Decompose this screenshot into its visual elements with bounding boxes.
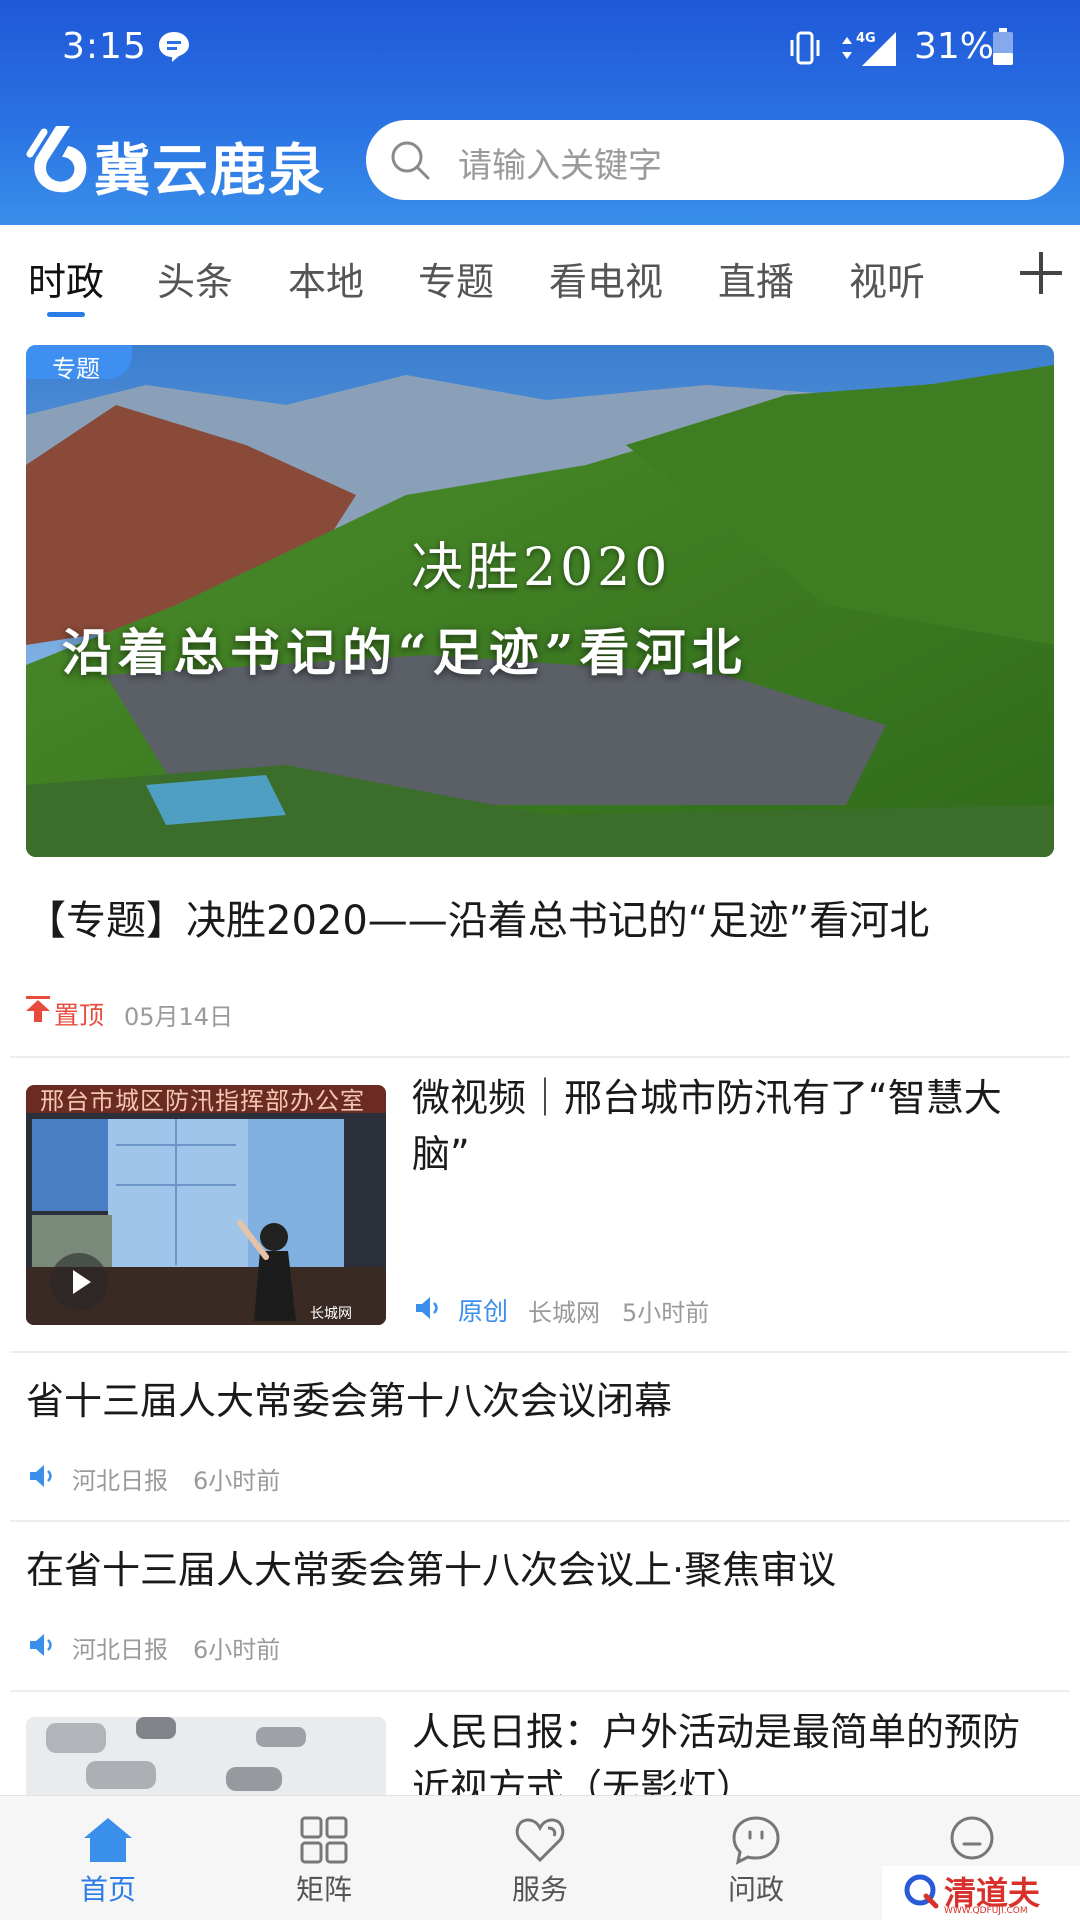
thumbnail-scene — [26, 1717, 386, 1795]
app-root: 3:15 4G 31% 冀云鹿泉 请输入关键字 时政 头条 本地 专题 看电视 … — [0, 0, 1080, 1920]
tab-shiting[interactable]: 视听 — [849, 251, 925, 306]
featured-badge: 专题 — [26, 345, 132, 383]
status-time: 3:15 — [62, 26, 147, 67]
grid-icon — [300, 1816, 348, 1864]
nav-matrix[interactable]: 矩阵 — [216, 1796, 432, 1920]
tab-toutiao[interactable]: 头条 — [157, 251, 233, 306]
news-thumbnail[interactable] — [26, 1717, 386, 1795]
featured-image[interactable]: 决胜2020 沿着总书记的“足迹”看河北 — [26, 345, 1054, 857]
search-placeholder: 请输入关键字 — [458, 146, 662, 186]
news-time: 5小时前 — [622, 1299, 710, 1327]
news-title[interactable]: 微视频｜邢台城市防汛有了“智慧大脑” — [412, 1070, 1052, 1182]
speaker-icon[interactable] — [28, 1463, 56, 1489]
news-title[interactable]: 省十三届人大常委会第十八次会议闭幕 — [26, 1370, 672, 1425]
tab-zhibo[interactable]: 直播 — [718, 251, 794, 306]
channel-tabs: 时政 头条 本地 专题 看电视 直播 视听 — [0, 225, 1080, 320]
news-source: 长城网 — [528, 1299, 600, 1327]
message-notification-icon — [159, 32, 189, 62]
divider — [10, 1351, 1070, 1353]
divider — [10, 1056, 1070, 1058]
search-icon — [391, 141, 430, 180]
nav-label: 服务 — [511, 1873, 568, 1906]
vibrate-icon — [790, 31, 820, 65]
nav-label: 首页 — [79, 1873, 136, 1906]
featured-title[interactable]: 【专题】决胜2020——沿着总书记的“足迹”看河北 — [26, 888, 929, 946]
home-icon — [84, 1818, 132, 1862]
featured-image-caption-1: 决胜2020 — [411, 538, 672, 598]
nav-home[interactable]: 首页 — [0, 1796, 216, 1920]
tab-zhuanti[interactable]: 专题 — [418, 251, 494, 306]
news-time: 6小时前 — [193, 1636, 281, 1664]
original-label: 原创 — [458, 1297, 509, 1326]
heart-icon — [515, 1818, 565, 1863]
featured-date: 05月14日 — [124, 1003, 234, 1031]
pin-top-icon — [26, 996, 50, 1022]
site-watermark: 清道夫 WWW.QDFUJI.COM — [882, 1866, 1080, 1920]
add-channel-icon[interactable] — [1018, 250, 1064, 296]
signal-4g-icon: 4G — [842, 31, 896, 66]
user-icon — [950, 1816, 994, 1860]
svg-text:4G: 4G — [856, 31, 876, 46]
battery-percent: 31% — [914, 26, 995, 67]
thumbnail-watermark: 长城网 — [310, 1306, 352, 1322]
nav-service[interactable]: 服务 — [432, 1796, 648, 1920]
divider — [10, 1520, 1070, 1522]
active-tab-indicator — [47, 312, 85, 317]
battery-icon — [993, 28, 1013, 65]
status-bar: 3:15 4G 31% — [0, 0, 1080, 100]
play-icon — [73, 1270, 91, 1294]
tab-bendi[interactable]: 本地 — [288, 251, 364, 306]
news-title[interactable]: 人民日报：户外活动是最简单的预防近视方式（无影灯） — [412, 1704, 1052, 1795]
pin-label: 置顶 — [54, 1001, 105, 1030]
play-button[interactable] — [50, 1253, 108, 1311]
search-input[interactable]: 请输入关键字 — [366, 120, 1064, 200]
news-time: 6小时前 — [193, 1467, 281, 1495]
watermark-url: WWW.QDFUJI.COM — [944, 1906, 1028, 1916]
speaker-icon[interactable] — [28, 1632, 56, 1658]
chat-icon — [732, 1816, 780, 1865]
tab-shizheng[interactable]: 时政 — [28, 251, 104, 306]
divider — [10, 1690, 1070, 1692]
news-source: 河北日报 — [72, 1467, 168, 1495]
nav-label: 矩阵 — [295, 1873, 352, 1906]
featured-landscape — [26, 345, 1054, 857]
watermark-logo-icon — [904, 1874, 939, 1909]
thumbnail-caption: 邢台市城区防汛指挥部办公室 — [40, 1087, 365, 1115]
speaker-icon[interactable] — [414, 1295, 442, 1321]
app-name: 冀云鹿泉 — [94, 139, 326, 204]
app-header: 3:15 4G 31% 冀云鹿泉 请输入关键字 — [0, 0, 1080, 225]
nav-wenzheng[interactable]: 问政 — [648, 1796, 864, 1920]
app-logo-icon — [26, 126, 87, 193]
featured-image-caption-2: 沿着总书记的“足迹”看河北 — [62, 623, 748, 682]
news-thumbnail[interactable]: 邢台市城区防汛指挥部办公室 长城网 — [26, 1085, 386, 1325]
tab-kandianshi[interactable]: 看电视 — [549, 251, 663, 306]
news-source: 河北日报 — [72, 1636, 168, 1664]
nav-label: 问政 — [727, 1873, 784, 1906]
news-title[interactable]: 在省十三届人大常委会第十八次会议上·聚焦审议 — [26, 1539, 836, 1594]
